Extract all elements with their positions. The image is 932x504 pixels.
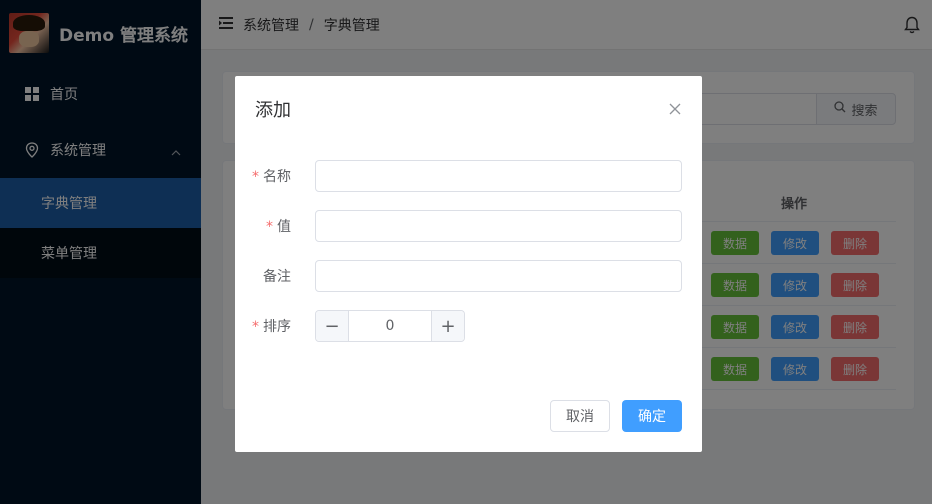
- value-label: * 值: [235, 216, 303, 236]
- remark-label: 备注: [263, 269, 291, 285]
- form-row-value: * 值: [235, 210, 702, 242]
- dialog-title: 添加: [255, 100, 291, 121]
- add-dialog: 添加 * 名称 * 值 备注 * 排序 − 0 + 取消 确定: [235, 76, 702, 452]
- remark-input[interactable]: [315, 260, 682, 292]
- sort-label-text: 排序: [263, 319, 291, 335]
- form-row-sort: * 排序 − 0 +: [235, 310, 702, 342]
- increment-button[interactable]: +: [431, 311, 464, 341]
- decrement-button[interactable]: −: [316, 311, 349, 341]
- form-row-name: * 名称: [235, 160, 702, 192]
- form-row-remark: 备注: [235, 260, 702, 292]
- name-label-text: 名称: [263, 169, 291, 185]
- value-input[interactable]: [315, 210, 682, 242]
- sort-label: * 排序: [235, 316, 303, 336]
- cancel-button[interactable]: 取消: [550, 400, 610, 432]
- sort-value[interactable]: 0: [349, 311, 431, 341]
- confirm-button[interactable]: 确定: [622, 400, 682, 432]
- required-mark: *: [252, 319, 259, 335]
- name-input[interactable]: [315, 160, 682, 192]
- sort-stepper: − 0 +: [315, 310, 465, 342]
- close-icon[interactable]: [668, 102, 682, 116]
- required-mark: *: [252, 169, 259, 185]
- name-label: * 名称: [235, 166, 303, 186]
- value-label-text: 值: [277, 219, 291, 235]
- required-mark: *: [266, 219, 273, 235]
